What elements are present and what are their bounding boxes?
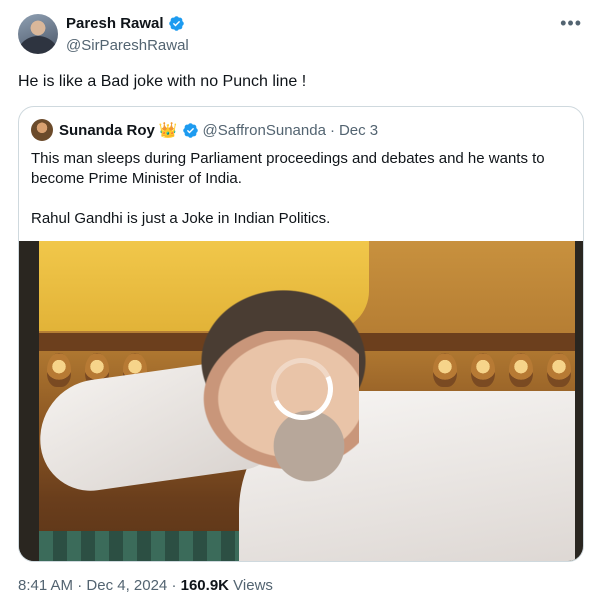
quote-paragraph: Rahul Gandhi is just a Joke in Indian Po…: [31, 210, 331, 227]
quote-date[interactable]: Dec 3: [339, 122, 378, 139]
verified-badge-icon: [168, 16, 184, 31]
author-name-row: Paresh Rawal: [66, 15, 185, 32]
ornament: [433, 353, 457, 387]
ornament: [547, 353, 571, 387]
views-count[interactable]: 160.9K: [181, 577, 229, 594]
verified-badge-icon: [182, 122, 198, 138]
separator-dot: ·: [77, 577, 83, 594]
crown-icon: 👑: [158, 122, 178, 139]
quoted-tweet[interactable]: Sunanda Roy 👑 @SaffronSunanda · Dec 3 Th…: [18, 106, 584, 562]
media-edge: [19, 241, 39, 561]
quote-author-avatar[interactable]: [31, 119, 53, 141]
tweet-time[interactable]: 8:41 AM: [18, 577, 73, 594]
media-edge: [575, 241, 583, 561]
bench-ornaments: [433, 353, 571, 387]
author-avatar[interactable]: [18, 14, 58, 54]
separator-dot: ·: [329, 121, 335, 139]
separator-dot: ·: [171, 577, 177, 594]
more-options-icon[interactable]: •••: [560, 14, 582, 32]
ornament: [47, 353, 71, 387]
tweet: Paresh Rawal @SirPareshRawal ••• He is l…: [0, 0, 604, 608]
tweet-meta: 8:41 AM · Dec 4, 2024 · 160.9K Views: [18, 577, 273, 594]
views-label: Views: [233, 577, 273, 594]
tweet-date[interactable]: Dec 4, 2024: [86, 577, 167, 594]
author-handle[interactable]: @SirPareshRawal: [66, 37, 189, 54]
quote-author-handle[interactable]: @SaffronSunanda: [203, 122, 326, 139]
quote-text: This man sleeps during Parliament procee…: [31, 149, 571, 229]
quote-media-image[interactable]: [19, 241, 583, 561]
quote-paragraph: This man sleeps during Parliament procee…: [31, 150, 545, 187]
ornament: [509, 353, 533, 387]
tweet-text: He is like a Bad joke with no Punch line…: [18, 73, 307, 90]
quote-header: Sunanda Roy 👑 @SaffronSunanda · Dec 3: [59, 121, 378, 140]
quote-author-name[interactable]: Sunanda Roy: [59, 122, 155, 139]
ornament: [471, 353, 495, 387]
author-display-name[interactable]: Paresh Rawal: [66, 15, 164, 32]
